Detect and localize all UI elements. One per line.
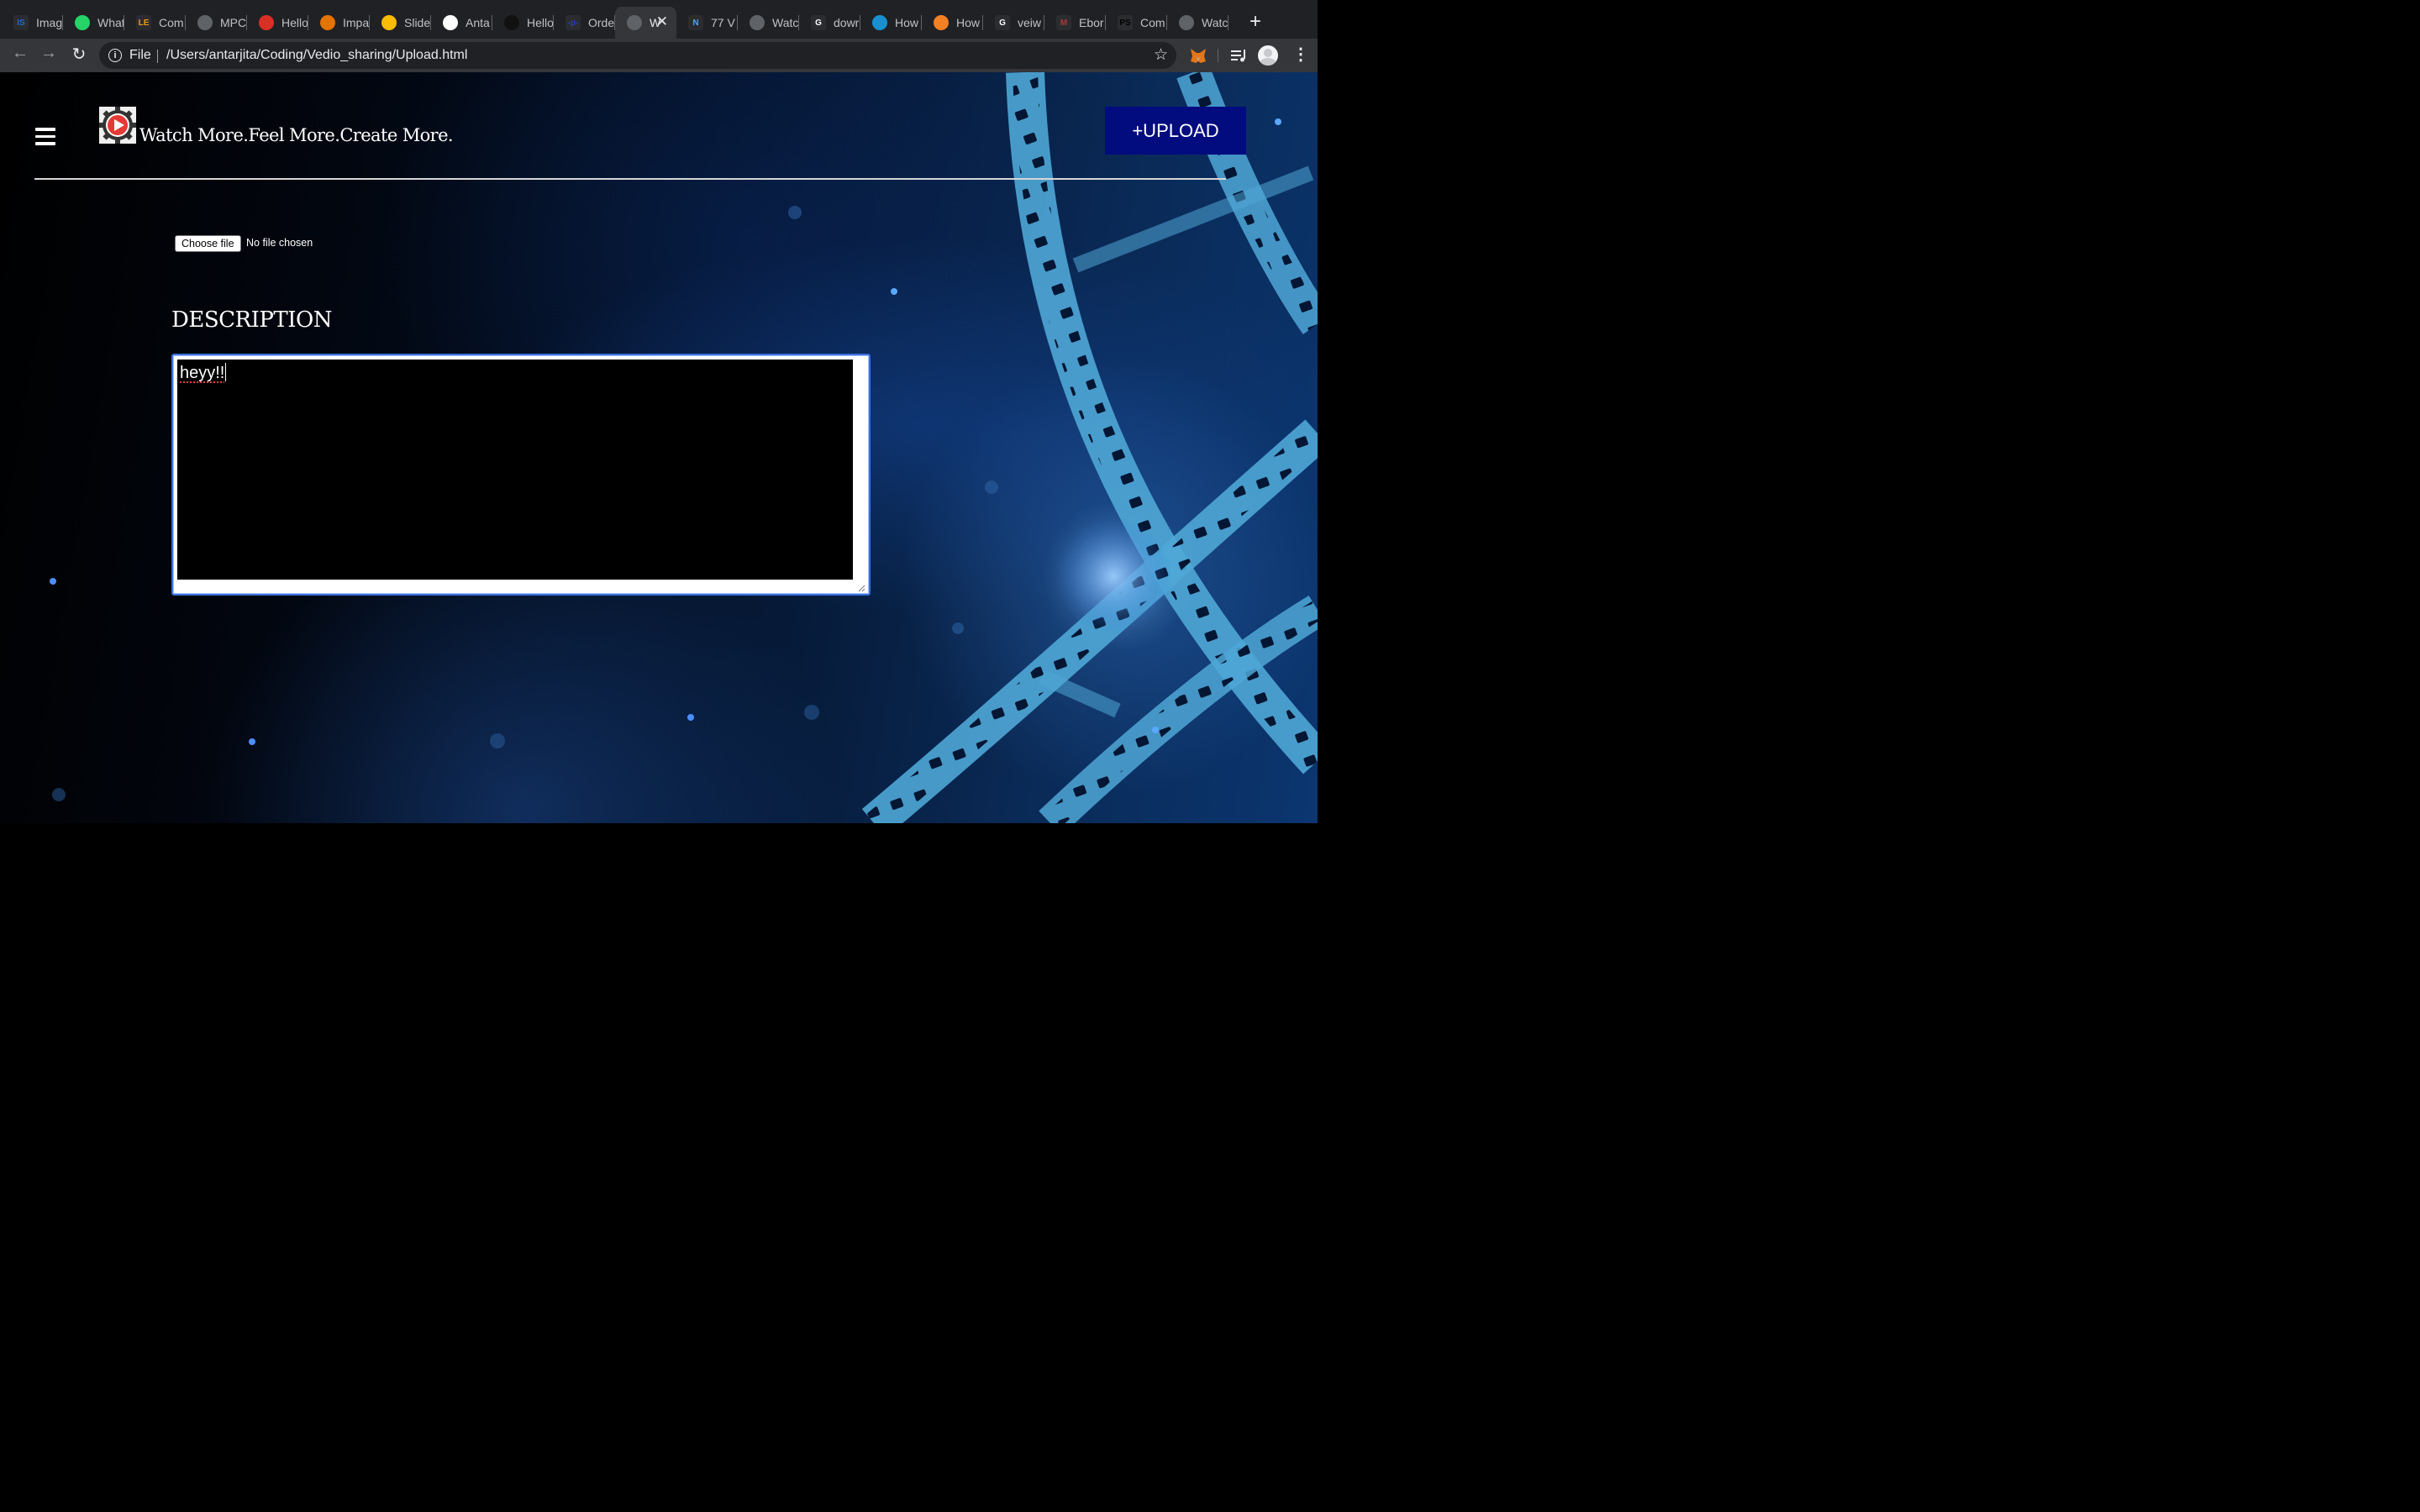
browser-tab[interactable]: MPC — [186, 7, 247, 39]
play-gear-logo-icon — [99, 107, 136, 144]
browser-tab[interactable]: Gdowr — [799, 7, 860, 39]
tab-title: Imag — [36, 16, 63, 29]
browser-tab[interactable]: M Ebor — [1044, 7, 1106, 39]
drive-icon — [381, 15, 397, 30]
browser-tab[interactable]: LE Com — [124, 7, 186, 39]
bookmark-star-icon[interactable]: ☆ — [1154, 45, 1168, 65]
tab-favicon: N — [688, 15, 703, 30]
browser-tab[interactable]: Watc — [738, 7, 799, 39]
browser-tab[interactable]: W ✕ — [615, 7, 676, 39]
upload-page: Watch More.Feel More.Create More. +UPLOA… — [0, 72, 1318, 823]
globe-icon — [627, 15, 642, 30]
tab-favicon: M — [1056, 15, 1071, 30]
site-tagline: Watch More.Feel More.Create More. — [139, 125, 454, 145]
github-icon — [504, 15, 519, 30]
tab-title: Watc — [772, 16, 799, 29]
browser-tab[interactable]: Impa — [308, 7, 370, 39]
description-text-area-content[interactable]: heyy!! — [177, 360, 854, 580]
browser-tab-strip: IS Imag What LE Com MPC Hello Impa Slide Anta Hell… — [0, 0, 1318, 39]
description-value: heyy!! — [180, 364, 225, 382]
site-logo — [99, 107, 136, 144]
browser-tab[interactable]: Watc — [1167, 7, 1228, 39]
browser-tab[interactable]: -p- Orde — [554, 7, 615, 39]
browser-tab[interactable]: IS Imag — [2, 7, 63, 39]
tab-favicon: PS — [1118, 15, 1133, 30]
upload-button[interactable]: +UPLOAD — [1105, 107, 1246, 155]
tab-title: How — [895, 16, 919, 29]
reload-icon[interactable]: ↻ — [67, 44, 91, 65]
tab-title: dowr — [834, 16, 860, 29]
info-icon[interactable]: i — [108, 49, 122, 62]
tab-favicon: LE — [136, 15, 151, 30]
browser-tab[interactable]: N 77 V — [676, 7, 738, 39]
browser-tab[interactable]: Gveiw — [983, 7, 1044, 39]
close-tab-icon[interactable]: ✕ — [656, 13, 668, 30]
browser-tab[interactable]: Slide — [370, 7, 431, 39]
url-text[interactable]: /Users/antarjita/Coding/Vedio_sharing/Up… — [166, 48, 467, 63]
tab-favicon: G — [811, 15, 826, 30]
tab-title: Impa — [343, 16, 370, 29]
tab-title: How — [956, 16, 981, 29]
tab-title: MPC — [220, 16, 247, 29]
tab-title: Watc — [1202, 16, 1228, 29]
metamask-fox-icon[interactable] — [1189, 46, 1207, 65]
tab-favicon: IS — [13, 15, 29, 30]
gmail-icon — [259, 15, 274, 30]
whatsapp-icon — [75, 15, 90, 30]
browser-tab[interactable]: PS Com — [1106, 7, 1167, 39]
tab-title: veiw — [1018, 16, 1042, 29]
omnibox-divider — [157, 50, 158, 63]
tab-title: Orde — [588, 16, 615, 29]
github-icon — [443, 15, 458, 30]
browser-tab[interactable]: What — [63, 7, 124, 39]
tab-title: Anta — [466, 16, 490, 29]
browser-tab[interactable]: How — [922, 7, 983, 39]
hamburger-menu-icon[interactable] — [35, 128, 55, 146]
asterisk-icon — [320, 15, 335, 30]
header-divider — [34, 178, 1226, 180]
globe-icon — [750, 15, 765, 30]
new-tab-button[interactable]: + — [1249, 10, 1261, 34]
scheme-label: File — [129, 48, 151, 62]
tab-title: Com — [1140, 16, 1165, 29]
gear-icon — [872, 15, 887, 30]
file-status-text: No file chosen — [246, 237, 313, 249]
browser-menu-icon[interactable]: ⋮ — [1292, 44, 1309, 65]
tab-title: Hello — [281, 16, 308, 29]
description-heading: DESCRIPTION — [171, 307, 333, 333]
browser-tab[interactable]: Hello — [247, 7, 308, 39]
globe-icon — [197, 15, 213, 30]
globe-icon — [1179, 15, 1194, 30]
choose-file-button[interactable]: Choose file — [175, 235, 241, 252]
resize-handle-icon[interactable] — [857, 584, 865, 592]
browser-tab[interactable]: How — [860, 7, 922, 39]
profile-avatar[interactable] — [1258, 45, 1278, 66]
text-caret — [225, 363, 227, 381]
back-arrow-icon[interactable]: ← — [8, 44, 32, 63]
tab-title: What — [97, 16, 124, 29]
tab-title: 77 V — [711, 16, 735, 29]
forward-arrow-icon[interactable]: → — [37, 44, 60, 63]
media-queue-icon[interactable] — [1229, 46, 1248, 65]
tab-title: Hello — [527, 16, 554, 29]
tab-title: Slide — [404, 16, 431, 29]
tab-title: Ebor — [1079, 16, 1104, 29]
stack-icon — [934, 15, 949, 30]
textarea-scrollbar[interactable] — [853, 360, 866, 580]
tab-title: Com — [159, 16, 184, 29]
browser-tab[interactable]: Anta — [431, 7, 492, 39]
browser-toolbar: ← → ↻ i File /Users/antarjita/Coding/Ved… — [0, 39, 1318, 72]
tab-favicon: -p- — [566, 15, 581, 30]
tab-favicon: G — [995, 15, 1010, 30]
description-textarea[interactable]: heyy!! — [171, 354, 871, 596]
address-bar[interactable]: i File /Users/antarjita/Coding/Vedio_sha… — [99, 42, 1176, 69]
browser-tab[interactable]: Hello — [492, 7, 554, 39]
